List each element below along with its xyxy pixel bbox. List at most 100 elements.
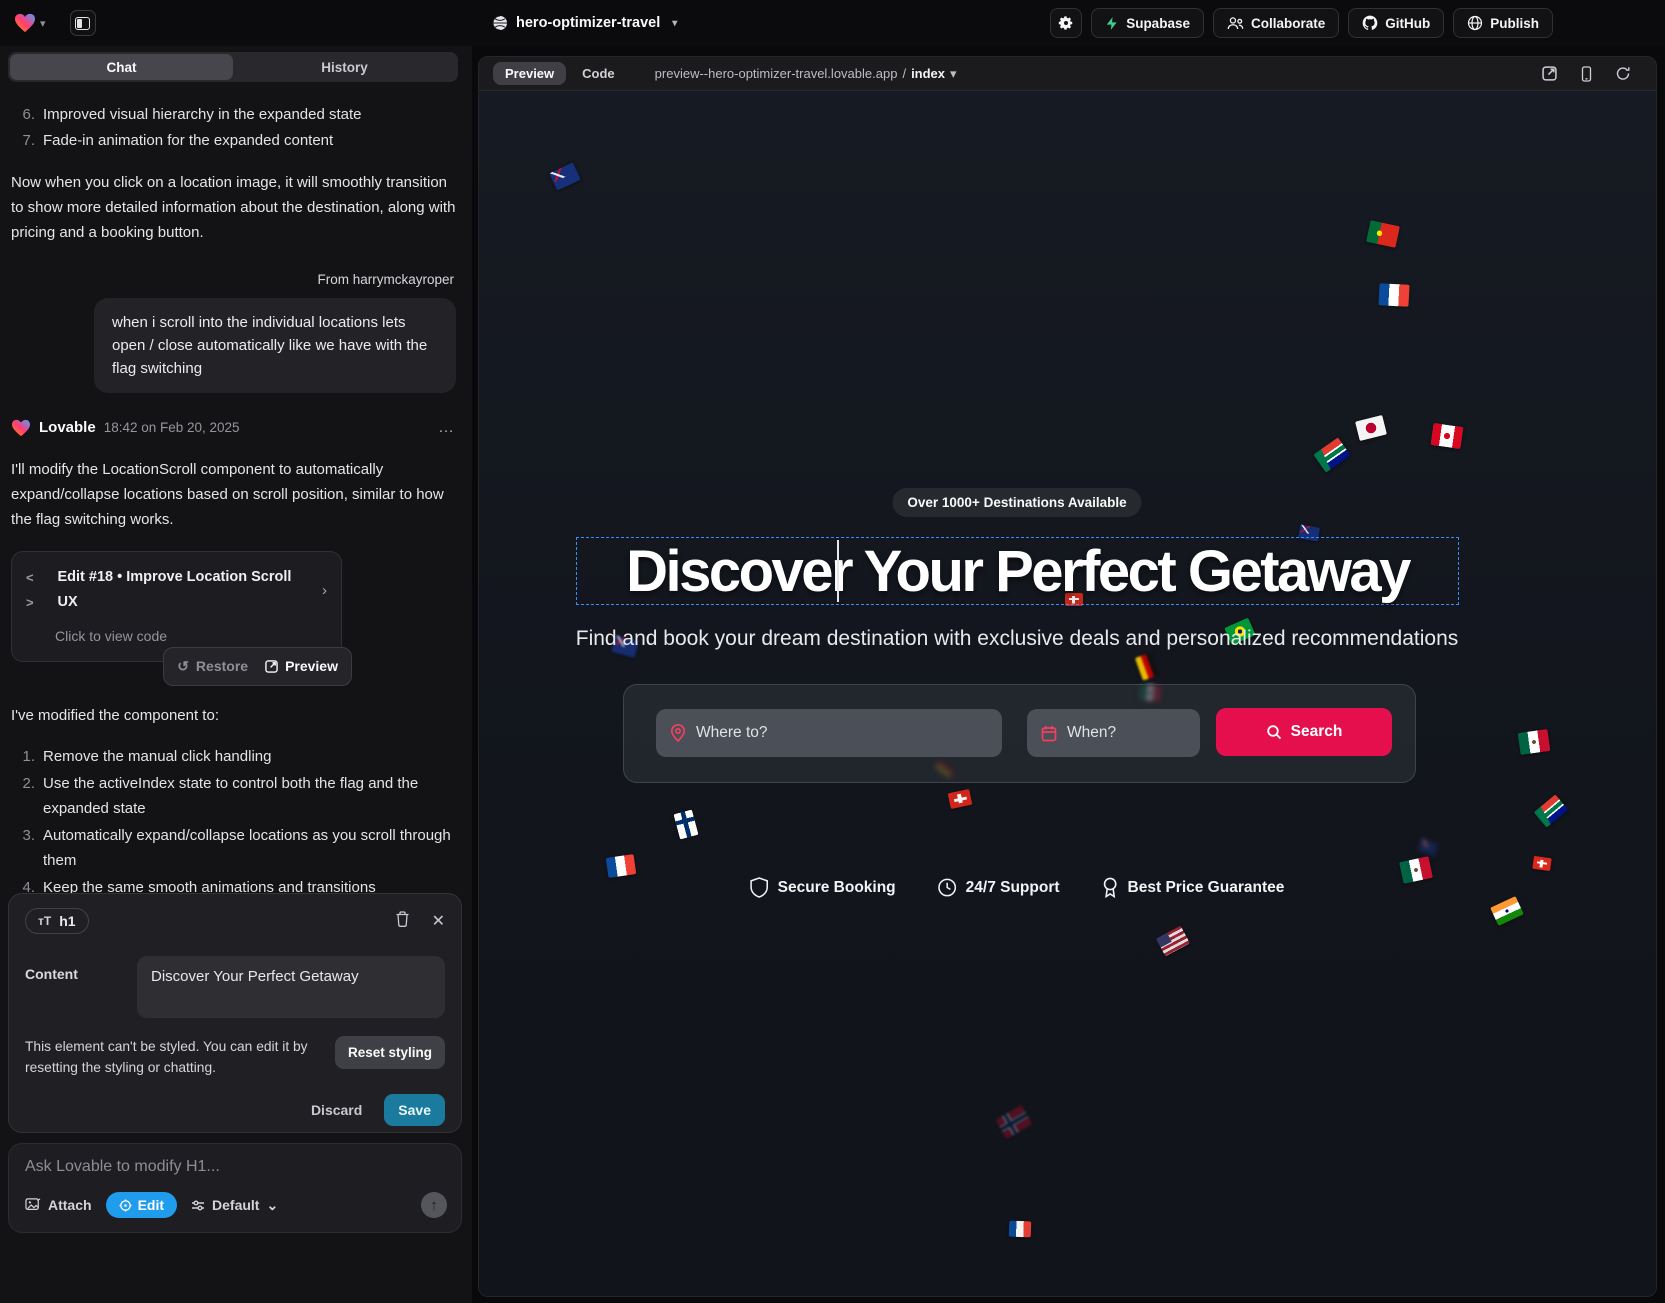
list-item: 1. Remove the manual click handling: [11, 744, 456, 769]
feature-label: Secure Booking: [778, 879, 896, 897]
where-input[interactable]: [696, 724, 988, 742]
model-default-button[interactable]: Default ⌄: [191, 1197, 278, 1214]
sliders-icon: [191, 1199, 205, 1212]
attach-button[interactable]: Attach: [25, 1197, 92, 1213]
list-number: 4.: [11, 875, 35, 893]
close-icon[interactable]: ✕: [432, 911, 445, 931]
settings-button[interactable]: [1050, 8, 1082, 38]
mexico-flag-icon: [1399, 856, 1433, 884]
australia-flag-icon: [549, 162, 581, 190]
tab-chat[interactable]: Chat: [10, 54, 233, 80]
japan-flag-icon: [1355, 415, 1387, 441]
preview-url[interactable]: preview--hero-optimizer-travel.lovable.a…: [655, 66, 957, 82]
tab-code[interactable]: Code: [570, 62, 627, 85]
list-number: 3.: [11, 823, 35, 873]
tab-preview[interactable]: Preview: [493, 62, 566, 85]
collaborate-button[interactable]: Collaborate: [1213, 8, 1339, 38]
sidebar-toggle-button[interactable]: [70, 10, 96, 36]
list-item: 4. Keep the same smooth animations and t…: [11, 875, 456, 893]
list-text: Keep the same smooth animations and tran…: [43, 875, 376, 893]
refresh-icon[interactable]: [1616, 66, 1630, 82]
assistant-paragraph: I've modified the component to:: [11, 703, 456, 728]
tab-history[interactable]: History: [233, 54, 456, 80]
chevron-right-icon: ›: [322, 578, 327, 603]
finland-flag-icon: [673, 809, 698, 839]
hero-heading: Discover Your Perfect Getaway: [626, 538, 1409, 605]
hero-subtitle: Find and book your dream destination wit…: [576, 627, 1459, 651]
usa-flag-icon: [1156, 926, 1190, 957]
url-chevron-down-icon: ▾: [950, 66, 957, 82]
code-icon: < >: [26, 565, 48, 615]
list-text: Use the activeIndex state to control bot…: [43, 771, 456, 821]
mobile-view-icon[interactable]: [1581, 66, 1592, 82]
france-flag-icon: [1378, 283, 1409, 307]
edit-label: Edit: [138, 1197, 164, 1213]
when-input-box[interactable]: [1027, 709, 1200, 757]
trash-icon[interactable]: [395, 911, 410, 931]
sidebar-tabs: Chat History: [8, 52, 458, 82]
github-button[interactable]: GitHub: [1348, 8, 1444, 38]
image-attach-icon: [25, 1198, 41, 1212]
element-tag-pill[interactable]: тT h1: [25, 908, 89, 934]
features-row: Secure Booking 24/7 Support Best Price G…: [750, 877, 1285, 898]
element-tag: h1: [59, 913, 75, 929]
switzerland-flag-icon: [948, 789, 973, 809]
southafrica-flag-icon: [1534, 794, 1568, 827]
target-icon: [119, 1199, 132, 1212]
style-note: This element can't be styled. You can ed…: [25, 1036, 325, 1078]
preview-frame: Preview Code preview--hero-optimizer-tra…: [478, 56, 1657, 1297]
when-input[interactable]: [1067, 724, 1186, 742]
users-icon: [1227, 16, 1244, 30]
discard-button[interactable]: Discard: [311, 1102, 362, 1118]
github-icon: [1362, 15, 1378, 31]
list-item: 3. Automatically expand/collapse locatio…: [11, 823, 456, 873]
supabase-button[interactable]: Supabase: [1091, 8, 1204, 38]
feature-best-price: Best Price Guarantee: [1102, 877, 1285, 898]
search-button[interactable]: Search: [1216, 708, 1392, 756]
message-menu-icon[interactable]: …: [438, 415, 456, 440]
preview-version-button[interactable]: Preview: [265, 654, 338, 679]
list-text: Improved visual hierarchy in the expande…: [43, 102, 362, 127]
selected-h1-element[interactable]: Discover Your Perfect Getaway: [576, 537, 1459, 605]
url-page: index: [911, 66, 945, 81]
default-label: Default: [212, 1197, 259, 1213]
project-selector[interactable]: hero-optimizer-travel ▾: [492, 0, 677, 46]
restore-button[interactable]: ↺ Restore: [177, 654, 248, 679]
numbered-list: 1. Remove the manual click handling 2. U…: [11, 744, 456, 893]
from-label: From harrymckayroper: [11, 267, 454, 292]
lovable-heart-icon: [11, 419, 31, 437]
restore-preview-toolbar: ↺ Restore Preview: [163, 647, 352, 686]
lovable-logo-icon[interactable]: [14, 13, 36, 33]
edit-mode-button[interactable]: Edit: [106, 1192, 177, 1218]
project-name: hero-optimizer-travel: [516, 15, 660, 31]
project-chevron-down-icon: ▾: [672, 18, 677, 29]
list-number: 7.: [11, 128, 35, 153]
url-host: preview--hero-optimizer-travel.lovable.a…: [655, 66, 898, 81]
list-number: 1.: [11, 744, 35, 769]
open-external-icon[interactable]: [1542, 66, 1557, 82]
assistant-name: Lovable: [39, 415, 96, 440]
send-button[interactable]: ↑: [421, 1192, 447, 1218]
github-label: GitHub: [1385, 16, 1430, 31]
assistant-header: Lovable 18:42 on Feb 20, 2025 …: [11, 415, 456, 440]
feature-support: 24/7 Support: [938, 877, 1060, 898]
where-input-box[interactable]: [656, 709, 1002, 757]
newzealand-flag-icon: [1417, 838, 1438, 856]
chat-scroll-area[interactable]: 6. Improved visual hierarchy in the expa…: [0, 88, 472, 893]
attach-label: Attach: [48, 1197, 92, 1213]
publish-button[interactable]: Publish: [1453, 8, 1553, 38]
chat-sidebar: Chat History 6. Improved visual hierarch…: [0, 46, 472, 1303]
india-flag-icon: [1490, 896, 1524, 926]
list-item: 2. Use the activeIndex state to control …: [11, 771, 456, 821]
globe-icon: [492, 15, 508, 31]
reset-styling-button[interactable]: Reset styling: [335, 1036, 445, 1069]
content-input[interactable]: Discover Your Perfect Getaway: [137, 956, 445, 1018]
collaborate-label: Collaborate: [1251, 16, 1325, 31]
edit-card-title: Edit #18 • Improve Location Scroll UX: [58, 565, 313, 615]
save-button[interactable]: Save: [384, 1094, 445, 1126]
preview-label: Preview: [285, 654, 338, 679]
composer-input[interactable]: [25, 1158, 447, 1176]
france-flag-icon: [606, 854, 637, 878]
edit-version-card[interactable]: < > Edit #18 • Improve Location Scroll U…: [11, 551, 342, 662]
logo-chevron-down-icon[interactable]: ▾: [40, 17, 46, 30]
